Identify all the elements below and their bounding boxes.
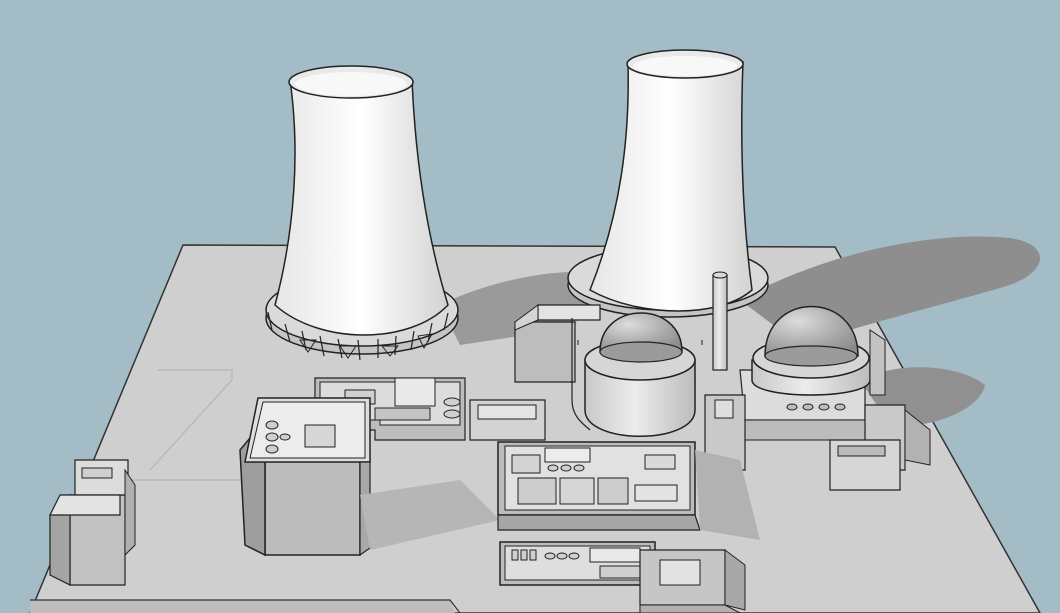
exhaust-stack xyxy=(712,271,728,371)
scene-canvas xyxy=(0,0,1060,613)
nuclear-plant-render xyxy=(0,0,1060,613)
storage-building-tall xyxy=(239,397,371,557)
control-building xyxy=(497,441,701,531)
ground-slab-front-edge xyxy=(30,600,455,613)
